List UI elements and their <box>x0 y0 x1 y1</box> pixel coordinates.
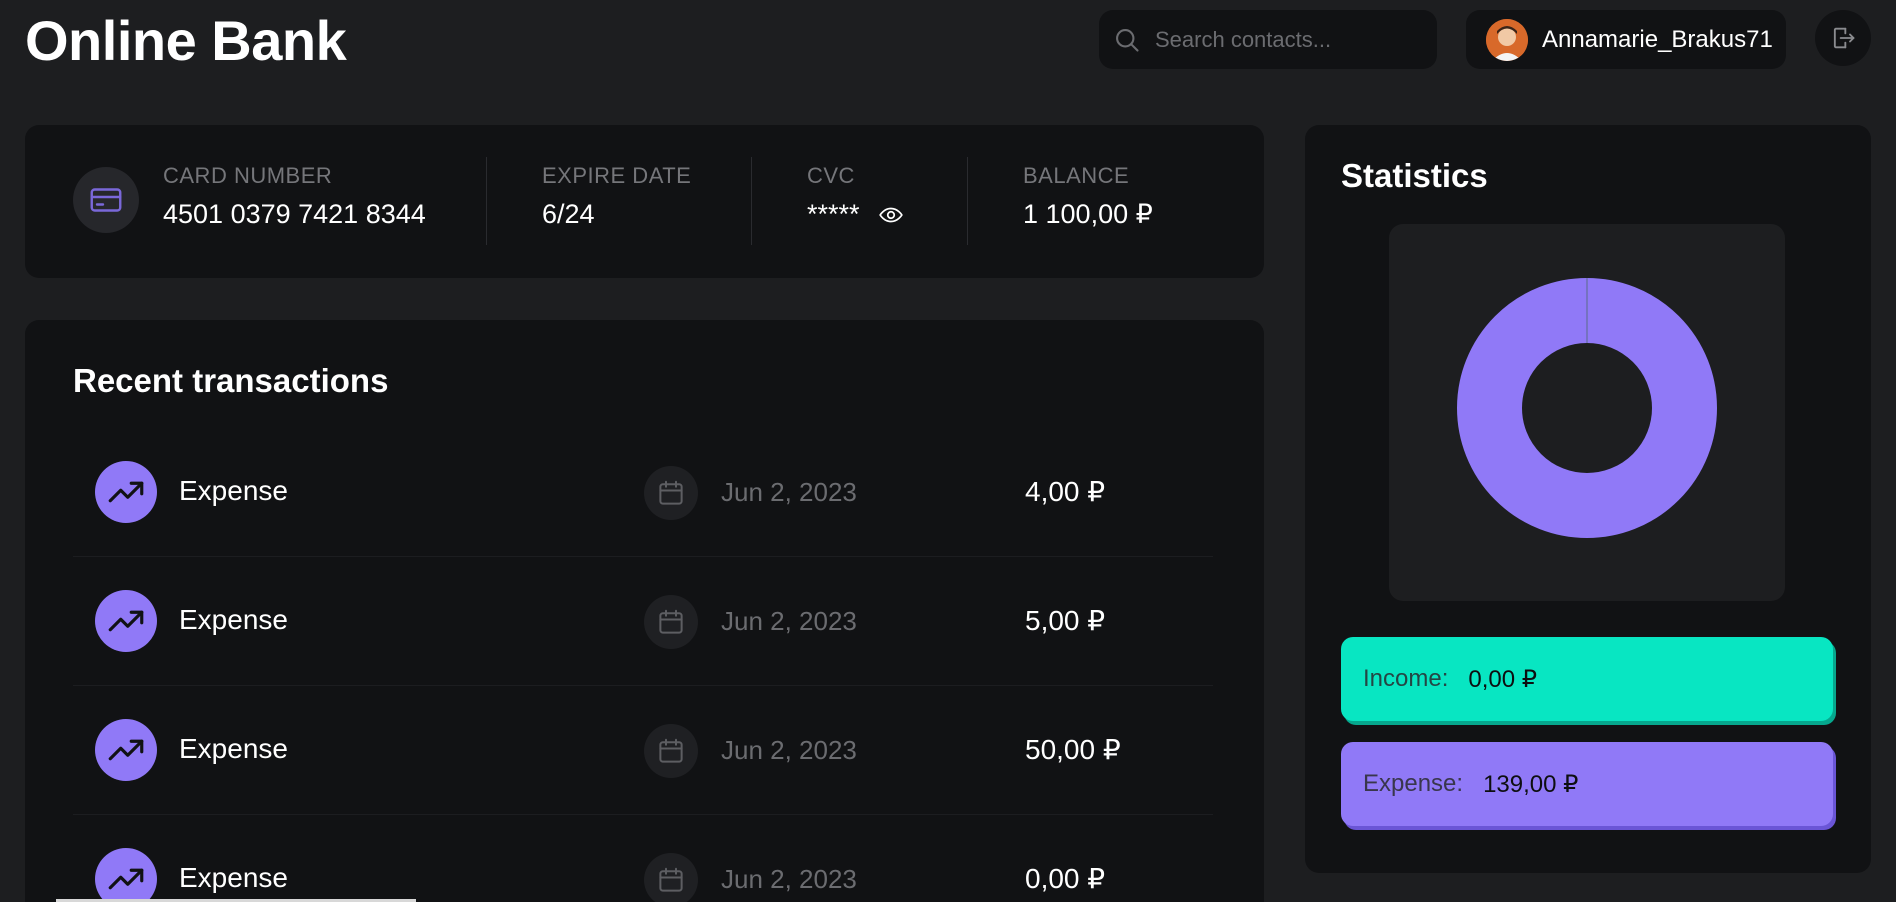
avatar <box>1486 18 1528 61</box>
transaction-row[interactable]: Expense Jun 2, 2023 4,00 ₽ <box>73 428 1213 557</box>
expense-label: Expense: <box>1363 770 1464 797</box>
logout-icon <box>1833 27 1855 49</box>
search-icon <box>1116 28 1139 52</box>
transaction-date: Jun 2, 2023 <box>721 606 857 636</box>
eye-icon[interactable] <box>878 202 904 228</box>
donut-chart <box>1457 278 1717 538</box>
expire-date-value: 6/24 <box>542 199 595 229</box>
divider <box>751 157 752 245</box>
expense-value: 139,00 ₽ <box>1483 770 1579 798</box>
calendar-icon-container <box>644 466 698 520</box>
transaction-row[interactable]: Expense Jun 2, 2023 5,00 ₽ <box>73 557 1213 686</box>
trending-up-icon <box>108 481 144 503</box>
statistics-title: Statistics <box>1341 157 1488 194</box>
card-info-panel: CARD NUMBER 4501 0379 7421 8344 EXPIRE D… <box>25 125 1264 278</box>
calendar-icon <box>659 480 683 505</box>
card-number-field: CARD NUMBER 4501 0379 7421 8344 <box>163 163 426 230</box>
search-input[interactable] <box>1155 26 1425 53</box>
search-bar[interactable] <box>1099 10 1437 69</box>
transaction-date: Jun 2, 2023 <box>721 735 857 765</box>
transaction-amount: 50,00 ₽ <box>1025 734 1121 765</box>
income-value: 0,00 ₽ <box>1468 665 1538 693</box>
calendar-icon-container <box>644 724 698 778</box>
transaction-type: Expense <box>179 733 288 764</box>
income-label: Income: <box>1363 665 1449 692</box>
cvc-field: CVC ***** <box>807 163 904 230</box>
calendar-icon-container <box>644 595 698 649</box>
card-number-value: 4501 0379 7421 8344 <box>163 199 426 229</box>
transaction-type: Expense <box>179 604 288 635</box>
balance-value: 1 100,00 ₽ <box>1023 199 1153 229</box>
calendar-icon <box>659 609 683 634</box>
trending-up-icon <box>108 610 144 632</box>
trending-up-icon <box>108 739 144 761</box>
credit-card-icon <box>90 188 122 212</box>
trending-up-icon <box>108 868 144 890</box>
statistics-panel: Statistics Income: 0,00 ₽ Expense: 139,0… <box>1305 125 1871 873</box>
transaction-type: Expense <box>179 475 288 506</box>
cvc-row: ***** <box>807 199 904 230</box>
trending-up-icon-container <box>95 461 157 523</box>
cvc-label: CVC <box>807 163 855 188</box>
balance-label: BALANCE <box>1023 163 1130 188</box>
online-bank-app: Online Bank Annamarie_Brakus71 <box>0 0 1896 902</box>
calendar-icon <box>659 738 683 763</box>
transaction-amount: 0,00 ₽ <box>1025 863 1106 894</box>
trending-up-icon-container <box>95 719 157 781</box>
expire-date-field: EXPIRE DATE 6/24 <box>542 163 691 230</box>
cvc-value: ***** <box>807 199 860 229</box>
recent-transactions-panel: Recent transactions Expense Jun 2, 2023 … <box>25 320 1264 902</box>
trending-up-icon-container <box>95 848 157 902</box>
donut-chart-container <box>1389 224 1785 601</box>
transaction-row[interactable]: Expense Jun 2, 2023 50,00 ₽ <box>73 686 1213 815</box>
transactions-title: Recent transactions <box>73 362 389 399</box>
card-icon-container <box>73 167 139 233</box>
transaction-amount: 4,00 ₽ <box>1025 476 1106 507</box>
app-title: Online Bank <box>25 9 347 72</box>
user-profile-button[interactable]: Annamarie_Brakus71 <box>1466 10 1786 69</box>
transaction-row[interactable]: Expense Jun 2, 2023 0,00 ₽ <box>73 815 1213 902</box>
transaction-date: Jun 2, 2023 <box>721 864 857 894</box>
divider <box>967 157 968 245</box>
calendar-icon <box>659 867 683 892</box>
expense-summary-button[interactable]: Expense: 139,00 ₽ <box>1341 742 1833 826</box>
card-number-label: CARD NUMBER <box>163 163 333 188</box>
transaction-date: Jun 2, 2023 <box>721 477 857 507</box>
transaction-type: Expense <box>179 862 288 893</box>
logout-button[interactable] <box>1815 10 1871 66</box>
income-summary-button[interactable]: Income: 0,00 ₽ <box>1341 637 1833 721</box>
user-name: Annamarie_Brakus71 <box>1542 25 1773 53</box>
expire-date-label: EXPIRE DATE <box>542 163 692 188</box>
divider <box>486 157 487 245</box>
trending-up-icon-container <box>95 590 157 652</box>
transaction-amount: 5,00 ₽ <box>1025 605 1106 636</box>
calendar-icon-container <box>644 853 698 902</box>
balance-field: BALANCE 1 100,00 ₽ <box>1023 163 1153 230</box>
